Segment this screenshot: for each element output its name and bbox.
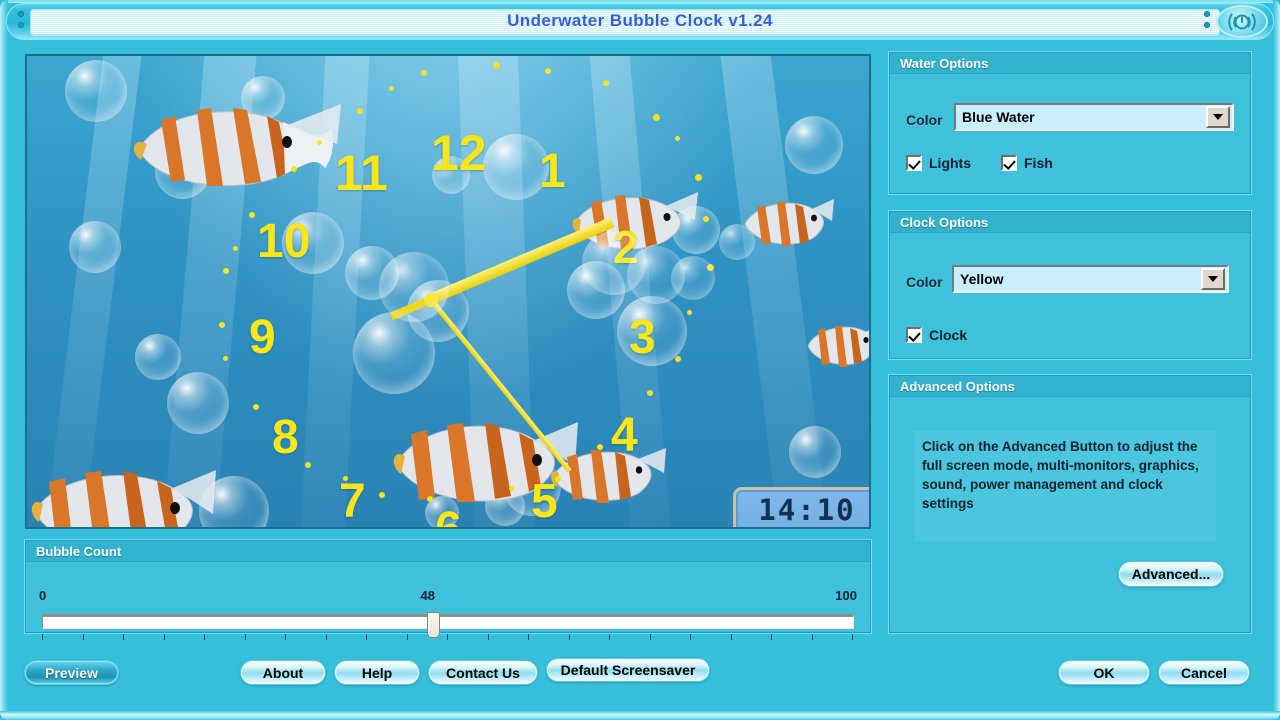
bubble	[65, 60, 127, 122]
clock-color-value: Yellow	[960, 271, 1004, 287]
water-color-select[interactable]: Blue Water	[954, 103, 1234, 131]
checkbox-box	[1001, 155, 1017, 171]
clock-numeral: 6	[435, 506, 462, 528]
checkbox-box	[906, 155, 922, 171]
bubble	[719, 224, 755, 260]
fish-checkbox-label: Fish	[1024, 155, 1053, 171]
bubble-count-slider[interactable]	[42, 612, 854, 638]
advanced-options-description: Click on the Advanced Button to adjust t…	[914, 431, 1216, 541]
checkbox-box	[906, 327, 922, 343]
bubble-count-group: Bubble Count 0 48 100	[25, 540, 871, 640]
clock-options-group-title: Clock Options	[890, 212, 1250, 233]
window-frame-left-edge	[0, 0, 8, 720]
bubble	[785, 116, 843, 174]
clock-color-select[interactable]: Yellow	[952, 265, 1229, 293]
clock-checkbox-label: Clock	[929, 327, 968, 343]
clock-numeral: 3	[629, 311, 656, 364]
window-frame-right-edge	[1273, 0, 1280, 720]
lights-checkbox-label: Lights	[929, 155, 971, 171]
preview-button[interactable]: Preview	[24, 660, 119, 685]
window-title: Underwater Bubble Clock v1.24	[507, 11, 773, 30]
advanced-button[interactable]: Advanced...	[1118, 561, 1224, 587]
water-color-value: Blue Water	[962, 109, 1035, 125]
clock-numeral: 9	[249, 311, 276, 364]
clock-numeral: 5	[531, 475, 558, 528]
default-screensaver-button[interactable]: Default Screensaver	[546, 658, 710, 682]
screensaver-preview: 12 1 2 3 4 5 6 7 8 9 10 11 14:10 MONTH	[25, 54, 871, 529]
digital-clock-date-row: MONTH DATE 06/02 DAY SAT	[742, 528, 871, 529]
fish-checkbox[interactable]: Fish	[1001, 155, 1053, 171]
water-color-label: Color	[906, 112, 943, 128]
clock-options-group: Clock Options Color Yellow Clock	[889, 211, 1251, 359]
window-frame-bottom-edge	[0, 711, 1280, 720]
clock-numeral: 4	[611, 409, 638, 462]
bubble-count-body: 0 48 100	[26, 562, 870, 640]
water-options-body: Color Blue Water Lights Fish	[890, 74, 1250, 193]
bubble	[69, 221, 121, 273]
lights-checkbox[interactable]: Lights	[906, 155, 971, 171]
clock-numeral: 10	[257, 215, 311, 268]
bubble	[789, 426, 841, 478]
screensaver-settings-dialog: Underwater Bubble Clock v1.24 12 1 3 4 5…	[0, 0, 1280, 720]
slider-min-label: 0	[39, 588, 47, 603]
ok-button[interactable]: OK	[1058, 660, 1150, 685]
fish	[547, 441, 667, 513]
bubble	[379, 252, 449, 322]
slider-tick-marks	[42, 634, 854, 642]
about-button[interactable]: About	[240, 660, 326, 685]
power-sound-icon[interactable]	[1216, 5, 1268, 38]
digital-clock-time: 14:10	[758, 493, 856, 527]
clock-numeral: 8	[272, 411, 299, 464]
bubble	[135, 334, 181, 380]
chevron-down-icon[interactable]	[1201, 268, 1225, 290]
clock-numeral: 11	[335, 145, 388, 201]
contact-us-button[interactable]: Contact Us	[428, 660, 538, 685]
bubble-count-group-title: Bubble Count	[26, 541, 870, 562]
fish	[27, 456, 217, 527]
bubble	[671, 256, 715, 300]
chevron-down-icon[interactable]	[1206, 106, 1230, 128]
clock-numeral: 7	[339, 475, 366, 528]
clock-checkbox[interactable]: Clock	[906, 327, 967, 343]
clock-numeral: 1	[539, 145, 566, 198]
clock-color-label: Color	[906, 274, 943, 290]
bubble	[167, 372, 229, 434]
fish	[802, 318, 869, 374]
cancel-button[interactable]: Cancel	[1158, 660, 1250, 685]
title-bar[interactable]: Underwater Bubble Clock v1.24	[6, 3, 1274, 40]
slider-max-label: 100	[835, 588, 857, 603]
water-options-group-title: Water Options	[890, 53, 1250, 74]
advanced-options-group-title: Advanced Options	[890, 376, 1250, 397]
advanced-options-body: Click on the Advanced Button to adjust t…	[890, 397, 1250, 632]
digital-clock: 14:10 MONTH DATE 06/02 DAY SAT	[733, 487, 871, 529]
help-button[interactable]: Help	[334, 660, 420, 685]
clock-numeral: 12	[431, 125, 487, 181]
clock-options-body: Color Yellow Clock	[890, 233, 1250, 358]
water-options-group: Water Options Color Blue Water Lights Fi…	[889, 52, 1251, 194]
advanced-options-group: Advanced Options Click on the Advanced B…	[889, 375, 1251, 633]
fish	[127, 94, 342, 199]
slider-value-label: 48	[420, 588, 435, 603]
